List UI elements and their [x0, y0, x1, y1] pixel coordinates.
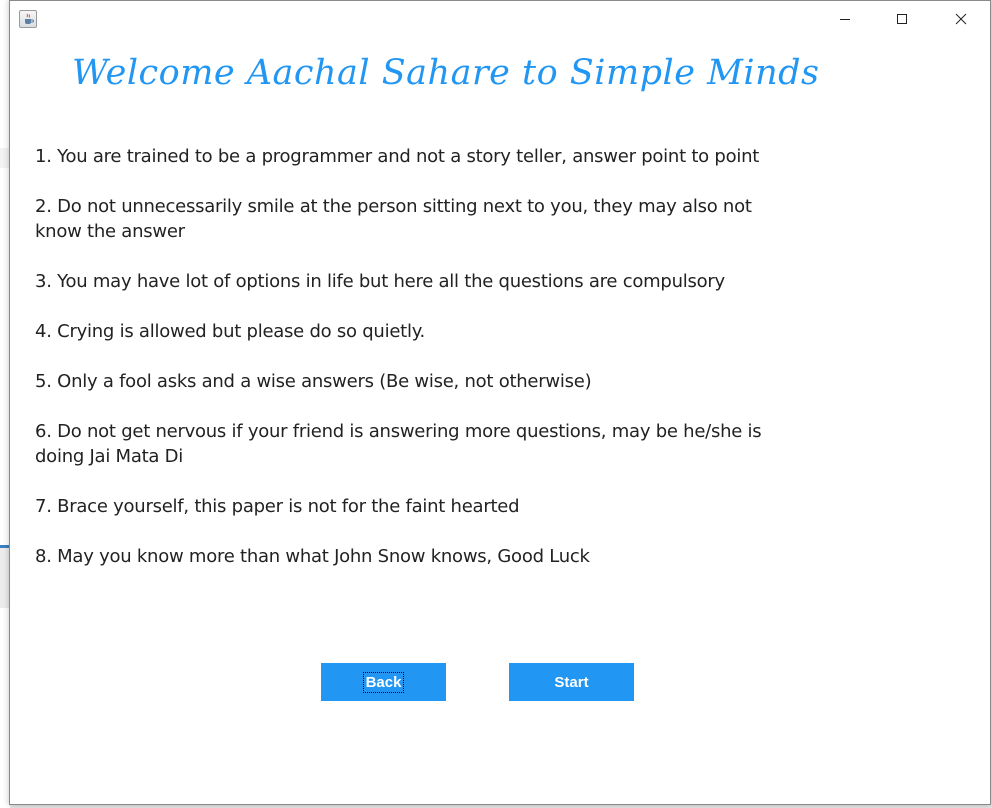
java-icon[interactable]: [19, 10, 37, 28]
minimize-button[interactable]: [822, 1, 868, 37]
close-icon: [955, 13, 967, 25]
rule-item: 6. Do not get nervous if your friend is …: [35, 421, 762, 467]
start-button-label: Start: [554, 673, 589, 691]
minimize-icon: [840, 19, 850, 20]
rules-list: 1. You are trained to be a programmer an…: [35, 144, 795, 594]
rule-item: 3. You may have lot of options in life b…: [35, 271, 725, 292]
rule-item: 2. Do not unnecessarily smile at the per…: [35, 196, 752, 242]
rule-item: 5. Only a fool asks and a wise answers (…: [35, 371, 592, 392]
start-button[interactable]: Start: [509, 663, 634, 701]
rule-item: 1. You are trained to be a programmer an…: [35, 146, 760, 167]
close-button[interactable]: [938, 1, 984, 37]
app-window: Welcome Aachal Sahare to Simple Minds 1.…: [9, 0, 991, 805]
maximize-icon: [897, 14, 907, 24]
rule-item: 7. Brace yourself, this paper is not for…: [35, 496, 520, 517]
welcome-heading: Welcome Aachal Sahare to Simple Minds: [72, 53, 820, 93]
title-bar[interactable]: [10, 1, 990, 37]
back-button[interactable]: Back: [321, 663, 446, 701]
rule-item: 4. Crying is allowed but please do so qu…: [35, 321, 426, 342]
back-button-label: Back: [362, 671, 405, 693]
maximize-button[interactable]: [879, 1, 925, 37]
rule-item: 8. May you know more than what John Snow…: [35, 546, 590, 567]
